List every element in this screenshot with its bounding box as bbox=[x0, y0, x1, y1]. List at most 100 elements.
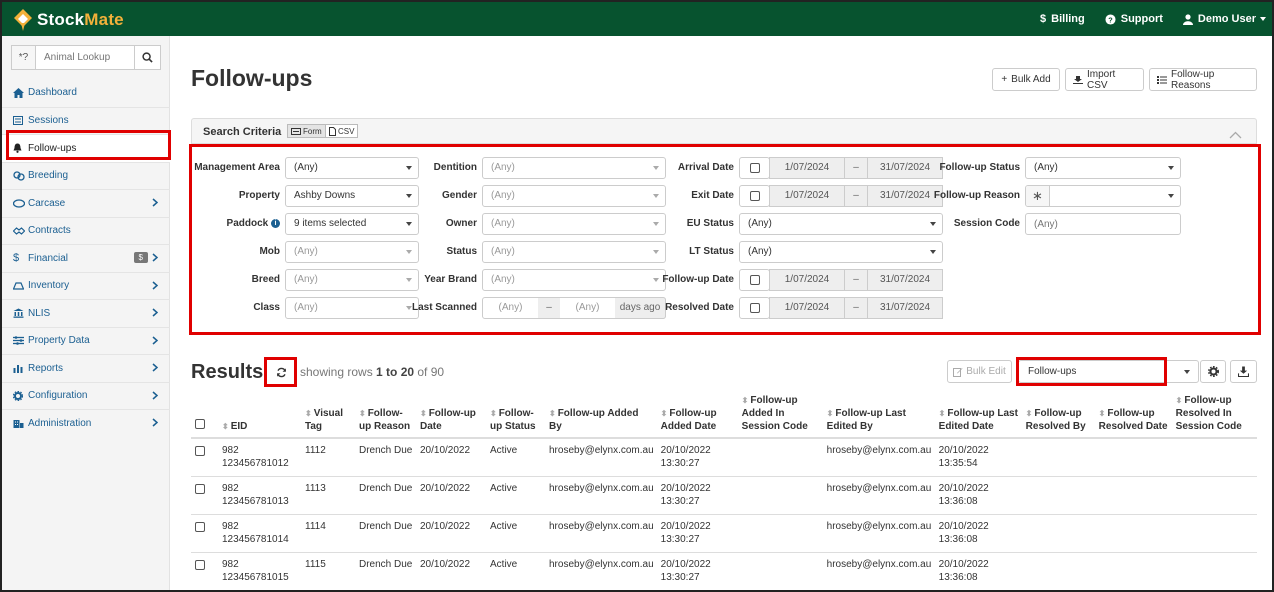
session-code-input[interactable] bbox=[1025, 213, 1181, 235]
sidebar-item-dashboard[interactable]: Dashboard bbox=[2, 79, 170, 107]
last-scanned-from-input[interactable]: (Any) bbox=[483, 298, 538, 318]
lt-status-select[interactable]: (Any) bbox=[739, 241, 943, 263]
follow-up-date-from[interactable]: 1/07/2024 bbox=[769, 269, 845, 291]
select-all-checkbox[interactable] bbox=[195, 419, 205, 429]
year-brand-select[interactable]: (Any) bbox=[482, 269, 666, 291]
results-view-select[interactable]: Follow-ups bbox=[1018, 360, 1199, 383]
column-header[interactable]: ⬍ Follow-up Resolved By bbox=[1021, 392, 1095, 439]
property-select[interactable]: Ashby Downs bbox=[285, 185, 419, 207]
sidebar-item-contracts[interactable]: Contracts bbox=[2, 216, 170, 245]
eu-status-select[interactable]: (Any) bbox=[739, 213, 943, 235]
resolved-date-checkbox[interactable] bbox=[750, 303, 760, 313]
column-header[interactable]: ⬍ Follow-up Date bbox=[416, 392, 486, 439]
billing-link[interactable]: $ Billing bbox=[1040, 13, 1085, 25]
sidebar-item-property-data[interactable]: Property Data bbox=[2, 326, 170, 355]
download-button[interactable] bbox=[1230, 360, 1257, 383]
column-header[interactable]: ⬍ Follow-up Resolved Date bbox=[1094, 392, 1172, 439]
column-header[interactable]: ⬍ Follow-up Added Date bbox=[656, 392, 738, 439]
class-select[interactable]: (Any) bbox=[285, 297, 419, 319]
sidebar-item-configuration[interactable]: Configuration bbox=[2, 381, 170, 410]
resolved-date-from[interactable]: 1/07/2024 bbox=[769, 297, 845, 319]
table-row[interactable]: 982 123456781013 1113 Drench Due 20/10/20… bbox=[191, 476, 1257, 515]
paddock-select[interactable]: 9 items selected bbox=[285, 213, 419, 235]
bell-icon bbox=[13, 143, 26, 154]
sidebar-item-reports[interactable]: Reports bbox=[2, 354, 170, 382]
column-header[interactable]: ⬍ EID bbox=[218, 392, 301, 439]
table-row[interactable]: 982 123456781014 1114 Drench Due 20/10/20… bbox=[191, 514, 1257, 553]
gender-select[interactable]: (Any) bbox=[482, 185, 666, 207]
row-checkbox[interactable] bbox=[195, 446, 205, 456]
refresh-button[interactable] bbox=[268, 360, 294, 384]
sidebar-item-nlis[interactable]: NLIS bbox=[2, 299, 170, 327]
select-all-header bbox=[191, 392, 218, 439]
row-checkbox[interactable] bbox=[195, 483, 205, 494]
date-cell: 20/10/2022 bbox=[416, 438, 486, 477]
sort-icon: ⬍ bbox=[420, 409, 427, 418]
table-row[interactable]: 982 123456781012 1112 Drench Due 20/10/20… bbox=[191, 438, 1257, 477]
settings-button[interactable] bbox=[1200, 360, 1226, 383]
column-header[interactable]: ⬍ Follow-up Resolved In Session Code bbox=[1171, 392, 1257, 439]
sidebar-item-follow-ups[interactable]: Follow-ups bbox=[2, 134, 170, 162]
asterisk-icon[interactable]: ∗ bbox=[1026, 186, 1050, 206]
property-label: Property bbox=[238, 190, 280, 201]
column-header[interactable]: ⬍ Follow-up Added In Session Code bbox=[737, 392, 823, 439]
follow-up-date-to[interactable]: 31/07/2024 bbox=[867, 269, 943, 291]
follow-up-reason-select[interactable]: ∗ bbox=[1025, 185, 1181, 207]
lookup-search-button[interactable] bbox=[134, 46, 160, 69]
resolved-date-to[interactable]: 31/07/2024 bbox=[867, 297, 943, 319]
sidebar-item-inventory[interactable]: Inventory bbox=[2, 271, 170, 300]
search-criteria-header: Search Criteria Form CSV bbox=[191, 118, 1257, 144]
chevron-right-icon bbox=[152, 280, 159, 293]
lookup-wildcard-toggle[interactable]: *? bbox=[12, 46, 36, 69]
property-data-icon bbox=[13, 336, 26, 346]
status-select[interactable]: (Any) bbox=[482, 241, 666, 263]
column-header[interactable]: ⬍ Follow-up Last Edited Date bbox=[934, 392, 1022, 439]
exit-date-checkbox[interactable] bbox=[750, 191, 760, 201]
tab-form[interactable]: Form bbox=[287, 124, 326, 138]
support-link[interactable]: ? Support bbox=[1105, 13, 1163, 25]
resolved-session-cell bbox=[1171, 552, 1257, 590]
dentition-select[interactable]: (Any) bbox=[482, 157, 666, 179]
arrival-date-from[interactable]: 1/07/2024 bbox=[769, 157, 845, 179]
tab-csv[interactable]: CSV bbox=[325, 124, 359, 138]
edited-date-cell: 20/10/2022 13:36:08 bbox=[934, 552, 1022, 590]
chevron-up-icon[interactable] bbox=[1229, 126, 1242, 144]
follow-up-date-checkbox[interactable] bbox=[750, 275, 760, 285]
table-row[interactable]: 982 123456781015 1115 Drench Due 20/10/20… bbox=[191, 552, 1257, 590]
sidebar-item-financial[interactable]: $ Financial $ bbox=[2, 244, 170, 272]
arrival-date-checkbox[interactable] bbox=[750, 163, 760, 173]
owner-select[interactable]: (Any) bbox=[482, 213, 666, 235]
sidebar-item-breeding[interactable]: Breeding bbox=[2, 161, 170, 190]
management-area-select[interactable]: (Any) bbox=[285, 157, 419, 179]
edited-by-cell: hroseby@elynx.com.au bbox=[822, 476, 935, 515]
logo[interactable]: StockMate bbox=[12, 7, 124, 33]
bulk-add-button[interactable]: + Bulk Add bbox=[992, 68, 1060, 91]
column-header[interactable]: ⬍ Visual Tag bbox=[301, 392, 355, 439]
follow-up-status-select[interactable]: (Any) bbox=[1025, 157, 1181, 179]
sidebar-item-sessions[interactable]: Sessions bbox=[2, 106, 170, 135]
animal-lookup-input[interactable] bbox=[36, 46, 134, 69]
sidebar-item-carcase[interactable]: Carcase bbox=[2, 189, 170, 217]
exit-date-from[interactable]: 1/07/2024 bbox=[769, 185, 845, 207]
import-csv-button[interactable]: Import CSV bbox=[1065, 68, 1144, 91]
column-header[interactable]: ⬍ Follow-up Reason bbox=[355, 392, 416, 439]
arrival-date-separator: – bbox=[845, 157, 867, 179]
mob-select[interactable]: (Any) bbox=[285, 241, 419, 263]
breed-select[interactable]: (Any) bbox=[285, 269, 419, 291]
home-icon bbox=[13, 87, 26, 98]
column-header[interactable]: ⬍ Follow-up Added By bbox=[545, 392, 657, 439]
top-nav: $ Billing ? Support Demo User bbox=[1020, 2, 1266, 36]
user-menu[interactable]: Demo User bbox=[1182, 13, 1266, 25]
follow-up-reasons-button[interactable]: Follow-up Reasons bbox=[1149, 68, 1257, 91]
row-checkbox[interactable] bbox=[195, 521, 205, 532]
column-header[interactable]: ⬍ Follow-up Last Edited By bbox=[822, 392, 935, 439]
administration-icon bbox=[13, 418, 26, 429]
sort-icon: ⬍ bbox=[826, 409, 834, 418]
visual-tag-cell: 1114 bbox=[301, 514, 355, 553]
sidebar-item-administration[interactable]: Administration bbox=[2, 409, 170, 437]
column-header[interactable]: ⬍ Follow-up Status bbox=[486, 392, 545, 439]
row-checkbox[interactable] bbox=[195, 559, 205, 570]
financial-icon: $ bbox=[13, 252, 20, 265]
bulk-edit-button[interactable]: Bulk Edit bbox=[947, 360, 1012, 383]
last-scanned-to-input[interactable]: (Any) bbox=[560, 298, 615, 318]
